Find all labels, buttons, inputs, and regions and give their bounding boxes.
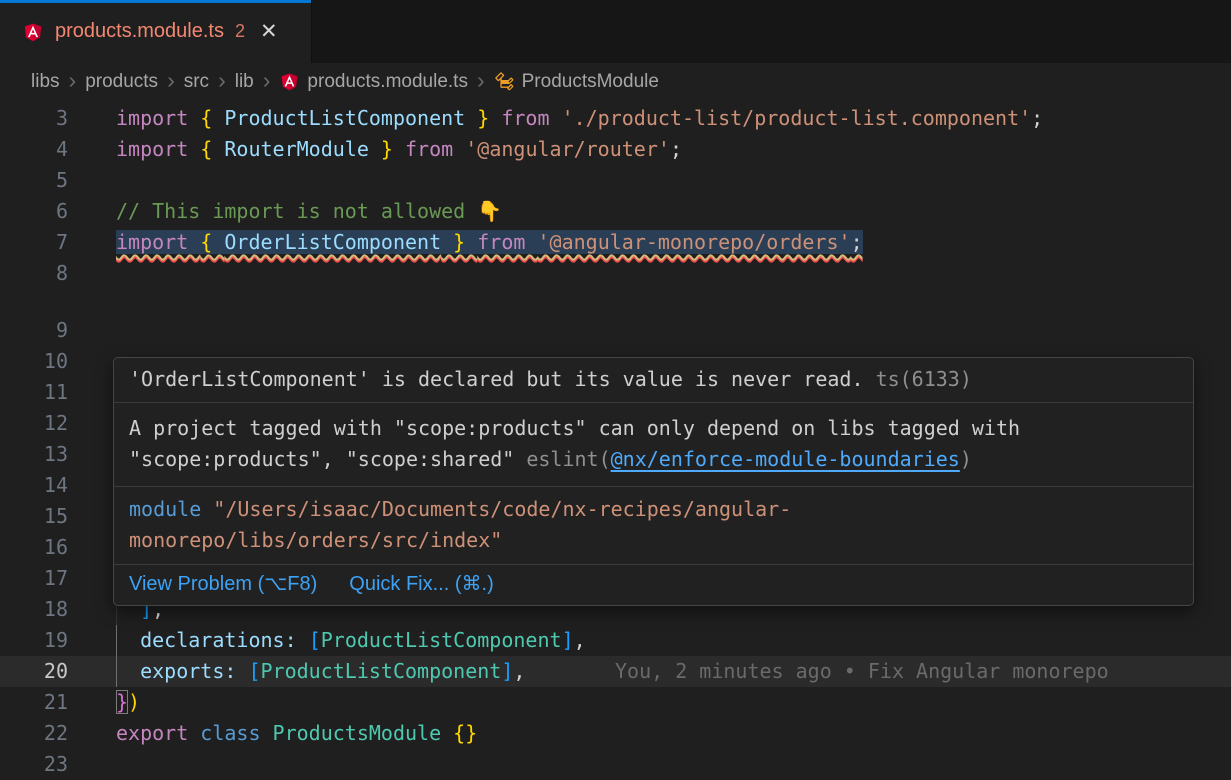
point-down-emoji: 👇: [477, 199, 502, 223]
line-number-18[interactable]: 18: [0, 594, 68, 625]
quick-fix-action[interactable]: Quick Fix... (⌘.): [349, 569, 493, 599]
line-number-8[interactable]: 8: [0, 258, 68, 289]
code-line-text: // This import is not allowed 👇: [116, 196, 502, 227]
breadcrumb-item-symbol[interactable]: ProductsModule: [522, 71, 659, 93]
line-number-15[interactable]: 15: [0, 501, 68, 532]
breadcrumb: libs › products › src › lib › products.m…: [0, 63, 1231, 100]
code-line-22[interactable]: 22 export class ProductsModule {}: [0, 718, 1231, 749]
code-line-21[interactable]: 21}): [0, 687, 1231, 718]
chevron-right-icon: ›: [254, 67, 280, 97]
line-number-21[interactable]: 21: [0, 687, 68, 718]
close-icon[interactable]: ✕: [260, 21, 278, 42]
breadcrumb-item-products[interactable]: products: [85, 71, 158, 93]
line-number-5[interactable]: 5: [0, 165, 68, 196]
chevron-right-icon: ›: [60, 67, 86, 97]
code-editor[interactable]: 3 import { ProductListComponent } from '.…: [0, 100, 1231, 780]
breadcrumb-item-src[interactable]: src: [184, 71, 209, 93]
code-line-19[interactable]: 19 declarations: [ProductListComponent],: [0, 625, 1231, 656]
code-line-text: export class ProductsModule {}: [116, 718, 477, 749]
code-line-text: declarations: [ProductListComponent],: [116, 625, 586, 656]
line-number-4[interactable]: 4: [0, 134, 68, 165]
line-number-22[interactable]: 22: [0, 718, 68, 749]
code-line-text: import { OrderListComponent } from '@ang…: [116, 227, 863, 258]
code-line-23[interactable]: 23: [0, 749, 1231, 780]
chevron-right-icon: ›: [158, 67, 184, 97]
line-number-6[interactable]: 6: [0, 196, 68, 227]
breadcrumb-item-lib[interactable]: lib: [235, 71, 254, 93]
code-line-text: }): [116, 687, 140, 718]
breadcrumb-item-libs[interactable]: libs: [31, 71, 60, 93]
tab-products-module[interactable]: products.module.ts 2 ✕: [0, 0, 312, 63]
diagnostic-code: ts(6133): [876, 367, 972, 391]
line-number-20[interactable]: 20: [0, 656, 68, 687]
code-line-9[interactable]: 9: [0, 315, 1231, 346]
code-line-5[interactable]: 5: [0, 165, 1231, 196]
code-line-6[interactable]: 6 // This import is not allowed 👇: [0, 196, 1231, 227]
code-line-4[interactable]: 4 import { RouterModule } from '@angular/…: [0, 134, 1231, 165]
line-number-13[interactable]: 13: [0, 439, 68, 470]
code-line-text: import { RouterModule } from '@angular/r…: [116, 134, 682, 165]
code-line-text: exports: [ProductListComponent],: [116, 656, 525, 687]
tab-title: products.module.ts: [55, 20, 224, 43]
chevron-right-icon: ›: [209, 67, 235, 97]
code-line-8[interactable]: 8: [0, 258, 1231, 289]
tab-bar: products.module.ts 2 ✕: [0, 0, 1231, 63]
line-number-17[interactable]: 17: [0, 563, 68, 594]
line-number-3[interactable]: 3: [0, 103, 68, 134]
diagnostic-ts-message: 'OrderListComponent' is declared but its…: [114, 358, 1193, 403]
hover-popup: 'OrderListComponent' is declared but its…: [113, 357, 1194, 606]
hover-actions: View Problem (⌥F8) Quick Fix... (⌘.): [114, 565, 1193, 605]
line-number-7[interactable]: 7: [0, 227, 68, 258]
view-problem-action[interactable]: View Problem (⌥F8): [129, 569, 317, 599]
line-number-11[interactable]: 11: [0, 377, 68, 408]
angular-icon: [22, 21, 44, 43]
code-line-text: import { ProductListComponent } from './…: [116, 103, 1043, 134]
tab-error-count-badge: 2: [235, 21, 245, 42]
line-number-23[interactable]: 23: [0, 749, 68, 780]
class-symbol-icon: [494, 71, 515, 92]
line-number-19[interactable]: 19: [0, 625, 68, 656]
line-number-9[interactable]: 9: [0, 315, 68, 346]
code-line-3[interactable]: 3 import { ProductListComponent } from '.…: [0, 103, 1231, 134]
code-line-20[interactable]: 20 exports: [ProductListComponent], You, …: [0, 656, 1231, 687]
line-number-12[interactable]: 12: [0, 408, 68, 439]
diagnostic-eslint-message: A project tagged with "scope:products" c…: [114, 403, 1193, 487]
breadcrumb-item-file[interactable]: products.module.ts: [307, 71, 468, 93]
module-path-info: module "/Users/isaac/Documents/code/nx-r…: [114, 487, 1193, 565]
git-blame-annotation: You, 2 minutes ago • Fix Angular monorep…: [615, 656, 1109, 687]
code-line-7[interactable]: 7 import { OrderListComponent } from '@an…: [0, 227, 1231, 258]
line-number-16[interactable]: 16: [0, 532, 68, 563]
line-number-14[interactable]: 14: [0, 470, 68, 501]
angular-icon: [279, 71, 300, 92]
line-number-10[interactable]: 10: [0, 346, 68, 377]
error-highlight: import { OrderListComponent } from '@ang…: [116, 230, 863, 254]
chevron-right-icon: ›: [468, 67, 494, 97]
eslint-rule-link[interactable]: @nx/enforce-module-boundaries: [611, 447, 960, 471]
